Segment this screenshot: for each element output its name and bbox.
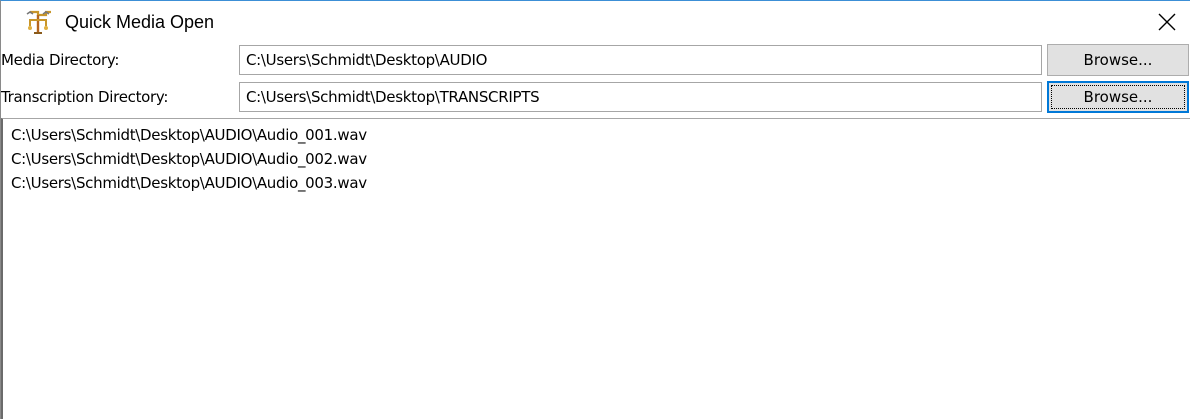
focus-ring	[1051, 85, 1185, 109]
window-title: Quick Media Open	[65, 12, 215, 32]
transcription-directory-field[interactable]: C:\Users\Schmidt\Desktop\TRANSCRIPTS	[239, 82, 1042, 112]
media-browse-button[interactable]: Browse...	[1047, 44, 1189, 76]
media-directory-label: Media Directory:	[1, 51, 120, 69]
list-item[interactable]: C:\Users\Schmidt\Desktop\AUDIO\Audio_003…	[3, 171, 1190, 195]
media-file-list[interactable]: C:\Users\Schmidt\Desktop\AUDIO\Audio_001…	[1, 118, 1190, 419]
title-bar[interactable]: Quick Media Open	[1, 1, 1190, 43]
media-directory-field[interactable]: C:\Users\Schmidt\Desktop\AUDIO	[239, 45, 1042, 75]
transcription-directory-row: Transcription Directory: C:\Users\Schmid…	[1, 80, 1190, 114]
list-item[interactable]: C:\Users\Schmidt\Desktop\AUDIO\Audio_001…	[3, 123, 1190, 147]
quick-media-open-dialog: Quick Media Open Media Directory: C:\Use…	[0, 0, 1190, 419]
close-icon	[1158, 13, 1176, 31]
transcription-directory-label: Transcription Directory:	[1, 88, 169, 106]
close-button[interactable]	[1144, 1, 1190, 43]
transcription-browse-button[interactable]: Browse...	[1047, 81, 1189, 113]
tree-media-icon	[24, 9, 54, 35]
list-item[interactable]: C:\Users\Schmidt\Desktop\AUDIO\Audio_002…	[3, 147, 1190, 171]
media-directory-row: Media Directory: C:\Users\Schmidt\Deskto…	[1, 43, 1190, 77]
